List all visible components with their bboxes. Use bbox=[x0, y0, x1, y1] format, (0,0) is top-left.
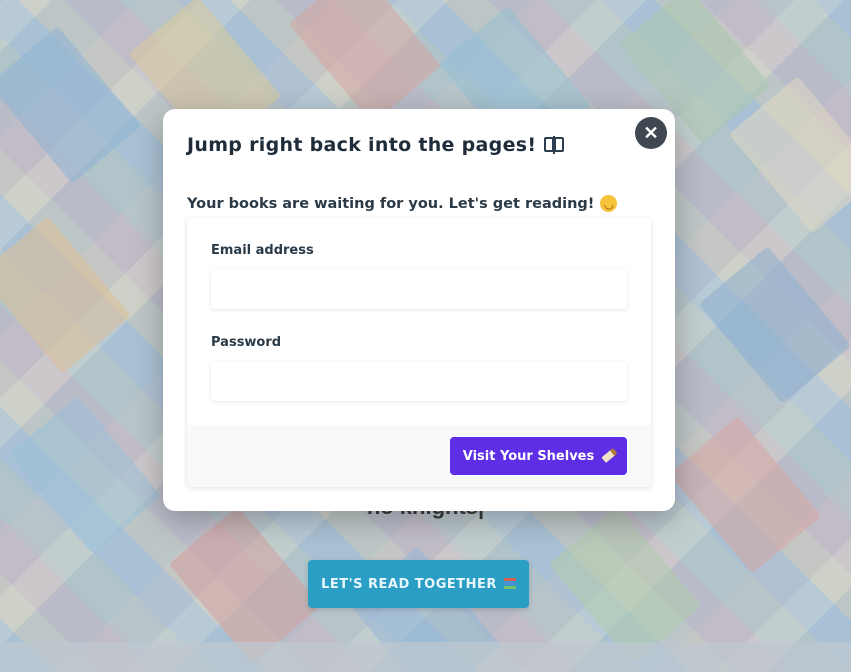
bookmark-icon bbox=[600, 447, 618, 465]
cta-label: LET'S READ TOGETHER bbox=[321, 576, 497, 592]
background-footer-band bbox=[0, 642, 851, 672]
open-book-icon bbox=[544, 136, 566, 154]
password-label: Password bbox=[211, 335, 282, 350]
email-input[interactable] bbox=[211, 269, 627, 309]
visit-your-shelves-button[interactable]: Visit Your Shelves bbox=[450, 437, 627, 475]
login-form: Email address Password Visit Your Shelve… bbox=[187, 218, 651, 487]
close-modal-button[interactable]: ✕ bbox=[635, 117, 667, 149]
lets-read-together-button[interactable]: LET'S READ TOGETHER bbox=[308, 560, 529, 608]
modal-title-text: Jump right back into the pages! bbox=[187, 134, 537, 156]
modal-subtitle: Your books are waiting for you. Let's ge… bbox=[187, 195, 618, 212]
form-footer: Visit Your Shelves bbox=[187, 425, 651, 487]
submit-label: Visit Your Shelves bbox=[462, 448, 595, 464]
modal-title: Jump right back into the pages! bbox=[187, 134, 566, 156]
close-icon: ✕ bbox=[643, 123, 659, 143]
password-input[interactable] bbox=[211, 361, 627, 401]
stacked-books-icon bbox=[503, 577, 516, 591]
email-label: Email address bbox=[211, 243, 314, 258]
modal-subtitle-text: Your books are waiting for you. Let's ge… bbox=[187, 195, 595, 212]
smiling-face-icon: ◡ bbox=[600, 195, 618, 212]
